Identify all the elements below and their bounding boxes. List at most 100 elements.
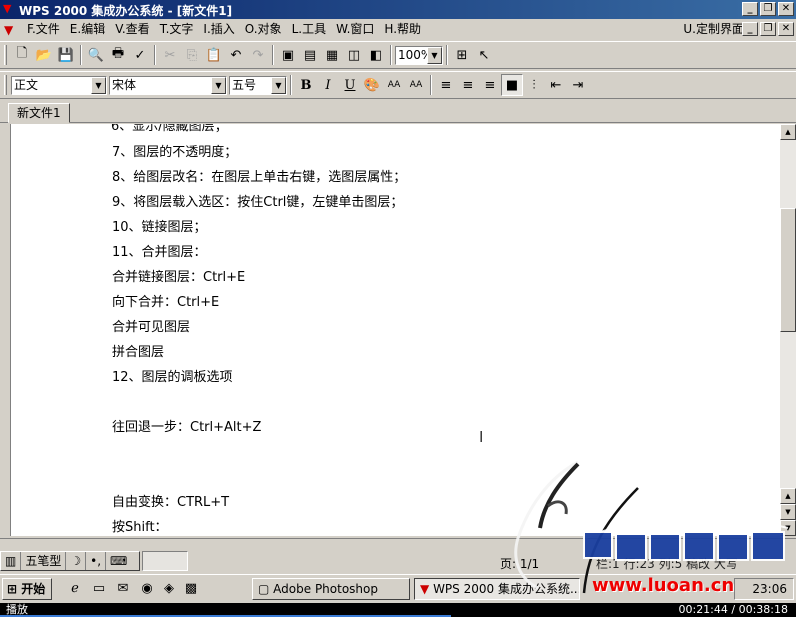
ime-name[interactable]: 五笔型 (21, 552, 67, 570)
font-select[interactable]: 宋体 ▼ (109, 75, 227, 95)
scroll-up-icon[interactable]: ▲ (780, 124, 796, 140)
full-screen-icon[interactable]: ⊞ (451, 44, 473, 66)
menu-view[interactable]: V.查看 (110, 20, 154, 39)
chevron-down-icon[interactable]: ▼ (91, 76, 106, 94)
menu-edit[interactable]: E.编辑 (65, 20, 110, 39)
page-down-icon[interactable]: ▼ (780, 504, 796, 520)
open-folder-icon[interactable]: 📂 (33, 44, 55, 66)
increase-indent-icon[interactable]: ⇥ (567, 74, 589, 96)
doc-minimize-button[interactable]: _ (742, 22, 758, 36)
title-bar[interactable]: ▼ WPS 2000 集成办公系统 - [新文件1] _ ❐ ✕ (0, 0, 796, 19)
font-value: 宋体 (112, 77, 137, 92)
menu-text[interactable]: T.文字 (155, 20, 199, 39)
chevron-down-icon[interactable]: ▼ (271, 76, 286, 94)
menu-insert[interactable]: I.插入 (198, 20, 239, 39)
start-button[interactable]: ⊞ 开始 (2, 578, 52, 600)
ime-punctuation-icon[interactable]: •, (86, 552, 107, 570)
spellcheck-icon[interactable]: ✓ (129, 44, 151, 66)
textbox-icon[interactable]: ▤ (299, 44, 321, 66)
document-page[interactable]: 6、显示/隐藏图层； 7、图层的不透明度； 8、给图层改名：在图层上单击右键，选… (10, 124, 780, 536)
separator (80, 45, 82, 65)
document-line: 合并可见图层 (112, 320, 191, 335)
toolbar-grip[interactable] (4, 45, 7, 65)
style-select[interactable]: 正文 ▼ (11, 75, 107, 95)
object-icon[interactable]: ◧ (365, 44, 387, 66)
close-button[interactable]: ✕ (778, 2, 794, 16)
table-icon[interactable]: ▦ (321, 44, 343, 66)
save-icon[interactable]: 💾 (55, 44, 77, 66)
toolbar-grip[interactable] (4, 75, 7, 95)
bold-button[interactable]: B (295, 74, 317, 96)
ie-icon[interactable]: ℯ (66, 581, 84, 599)
ime-keyboard-icon[interactable]: ⌨ (106, 552, 131, 570)
insert-image-icon[interactable]: ▣ (277, 44, 299, 66)
windows-logo-icon: ⊞ (7, 582, 18, 596)
menu-tools[interactable]: L.工具 (287, 20, 332, 39)
status-position: 栏:1 行:23 列:5 稿改 大写 (596, 557, 738, 571)
size-value: 五号 (232, 77, 257, 92)
clock[interactable]: 23:06 (752, 582, 787, 596)
task-photoshop[interactable]: ▢ Adobe Photoshop (252, 578, 410, 600)
redo-icon[interactable]: ↷ (247, 44, 269, 66)
chevron-down-icon[interactable]: ▼ (211, 76, 226, 94)
align-left-icon[interactable]: ≡ (435, 74, 457, 96)
task-wps[interactable]: ▼ WPS 2000 集成办公系统... (414, 578, 580, 600)
text-color-icon[interactable]: 🎨 (361, 74, 383, 96)
tab-new-file-1[interactable]: 新文件1 (8, 103, 70, 123)
page-up-icon[interactable]: ▲ (780, 488, 796, 504)
size-select[interactable]: 五号 ▼ (229, 75, 287, 95)
ime-logo-icon[interactable]: ▥ (1, 552, 22, 570)
print-preview-icon[interactable]: 🔍 (85, 44, 107, 66)
scroll-thumb[interactable] (780, 208, 796, 332)
window-title: WPS 2000 集成办公系统 - [新文件1] (19, 4, 233, 18)
vertical-scrollbar[interactable]: ▲ ▲ ▼ ▼ (780, 124, 796, 536)
menu-file[interactable]: F.文件 (22, 20, 65, 39)
document-line: 自由变换：CTRL+T (112, 495, 230, 510)
font-grow-icon[interactable]: AA (383, 74, 405, 96)
channel-icon[interactable]: ◉ (138, 581, 156, 599)
document-line: 11、合并图层： (112, 245, 207, 260)
chevron-down-icon[interactable]: ▼ (427, 46, 442, 64)
ime-half-width-icon[interactable]: ☽ (66, 552, 87, 570)
document-area: 6、显示/隐藏图层； 7、图层的不透明度； 8、给图层改名：在图层上单击右键，选… (0, 124, 796, 538)
system-tray: 23:06 (734, 578, 794, 600)
doc-close-button[interactable]: ✕ (778, 22, 794, 36)
frame-icon[interactable]: ◫ (343, 44, 365, 66)
standard-toolbar: 🗋 📂 💾 🔍 🖶 ✓ ✂ ⎘ 📋 ↶ ↷ ▣ ▤ ▦ ◫ ◧ 100% ▼ ⊞… (0, 41, 796, 69)
align-right-icon[interactable]: ≡ (479, 74, 501, 96)
print-icon[interactable]: 🖶 (107, 44, 129, 66)
underline-button[interactable]: U (339, 74, 361, 96)
zoom-select[interactable]: 100% ▼ (395, 45, 443, 65)
horizontal-scrollbar[interactable] (0, 538, 796, 552)
menu-window[interactable]: W.窗口 (331, 20, 379, 39)
align-center-icon[interactable]: ≡ (457, 74, 479, 96)
decrease-indent-icon[interactable]: ⇤ (545, 74, 567, 96)
pointer-icon[interactable]: ↖ (473, 44, 495, 66)
outlook-icon[interactable]: ✉ (114, 581, 132, 599)
restore-button[interactable]: ❐ (760, 2, 776, 16)
ime-toolbar[interactable]: ▥ 五笔型 ☽ •, ⌨ (0, 551, 140, 571)
menu-object[interactable]: O.对象 (240, 20, 287, 39)
justify-icon[interactable]: ■ (501, 74, 523, 96)
minimize-button[interactable]: _ (742, 2, 758, 16)
copy-icon[interactable]: ⎘ (181, 44, 203, 66)
desktop-icon[interactable]: ▭ (90, 581, 108, 599)
doc-restore-button[interactable]: ❐ (760, 22, 776, 36)
screen: ▼ WPS 2000 集成办公系统 - [新文件1] _ ❐ ✕ ▼ F.文件 … (0, 0, 796, 603)
italic-button[interactable]: I (317, 74, 339, 96)
quicklaunch-app2-icon[interactable]: ▩ (182, 581, 200, 599)
document-menu-icon[interactable]: ▼ (4, 23, 18, 37)
player-bar: 播放 00:21:44 / 00:38:18 (0, 603, 796, 617)
menu-customize[interactable]: U.定制界面 (683, 20, 744, 39)
quicklaunch-app-icon[interactable]: ◈ (160, 581, 178, 599)
cut-icon[interactable]: ✂ (159, 44, 181, 66)
separator (290, 75, 292, 95)
menu-help[interactable]: H.帮助 (379, 20, 426, 39)
paste-icon[interactable]: 📋 (203, 44, 225, 66)
undo-icon[interactable]: ↶ (225, 44, 247, 66)
new-file-icon[interactable]: 🗋 (11, 44, 33, 66)
font-shrink-icon[interactable]: AA (405, 74, 427, 96)
distribute-icon[interactable]: ⫶ (523, 74, 545, 96)
format-toolbar: 正文 ▼ 宋体 ▼ 五号 ▼ B I U 🎨 AA AA ≡ ≡ ≡ ■ ⫶ ⇤… (0, 71, 796, 99)
scroll-down-icon[interactable]: ▼ (780, 520, 796, 536)
